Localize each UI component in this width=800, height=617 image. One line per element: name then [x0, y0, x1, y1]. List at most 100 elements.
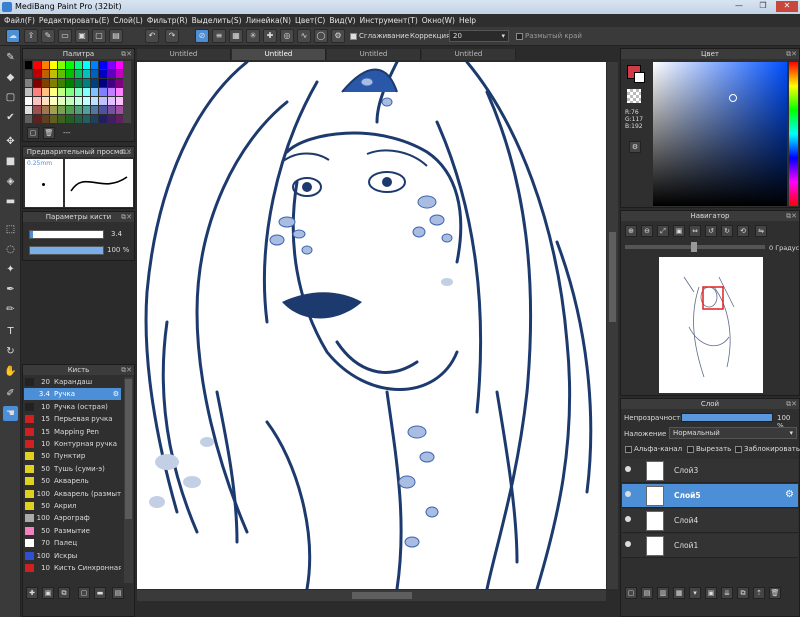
brush-item[interactable]: 15 Mapping Pen [24, 426, 121, 438]
add-8bit-layer-icon[interactable]: ▥ [657, 587, 669, 599]
folder-icon[interactable]: ▣ [705, 587, 717, 599]
palette-swatch[interactable] [74, 97, 82, 105]
hue-bar[interactable] [789, 62, 798, 206]
palette-swatch[interactable] [91, 79, 99, 87]
brush-item[interactable]: 15 Перьевая ручка [24, 413, 121, 425]
palette-swatch[interactable] [33, 97, 41, 105]
palette-swatch[interactable] [115, 88, 123, 96]
palette-swatch[interactable] [49, 61, 57, 69]
palette-swatch[interactable] [107, 115, 115, 123]
snap-radial-icon[interactable]: ✳ [246, 29, 260, 43]
redo-icon[interactable]: ↷ [165, 29, 179, 43]
palette-swatch[interactable] [33, 79, 41, 87]
brush-folder-icon[interactable]: ▤ [112, 587, 124, 599]
cloud-icon[interactable]: ☁ [6, 29, 20, 43]
palette-swatch[interactable] [66, 88, 74, 96]
palette-swatch[interactable] [91, 70, 99, 78]
palette-swatch[interactable] [25, 88, 33, 96]
panel-menu-icon[interactable]: ⧉✕ [121, 365, 132, 375]
lock-checkbox[interactable]: Заблокировать [735, 445, 800, 453]
color-settings-icon[interactable]: ⚙ [629, 141, 641, 153]
palette-swatch[interactable] [25, 106, 33, 114]
canvas-hscrollbar[interactable] [137, 590, 606, 601]
palette-swatch[interactable] [66, 97, 74, 105]
palette-swatch[interactable] [115, 115, 123, 123]
menu-layer[interactable]: Слой(L) [113, 14, 147, 27]
layers-icon[interactable]: ▤ [109, 29, 123, 43]
menu-file[interactable]: Файл(F) [4, 14, 39, 27]
palette-swatch[interactable] [115, 79, 123, 87]
brush-item[interactable]: 50 Акрил [24, 500, 121, 512]
palette-swatch[interactable] [82, 97, 90, 105]
palette-swatch[interactable] [49, 106, 57, 114]
panel-menu-icon[interactable]: ⧉✕ [121, 147, 132, 157]
menu-window[interactable]: Окно(W) [422, 14, 459, 27]
color-cursor[interactable] [729, 94, 737, 102]
palette-swatch[interactable] [58, 61, 66, 69]
palette-swatch[interactable] [25, 70, 33, 78]
merge-icon[interactable]: ⇊ [721, 587, 733, 599]
palette-swatch[interactable] [82, 115, 90, 123]
layer-up-icon[interactable]: ⇡ [753, 587, 765, 599]
brush-item[interactable]: 100 Аэрограф [24, 512, 121, 524]
zoom-out-icon[interactable]: ⊖ [641, 225, 653, 237]
reset-rotation-icon[interactable]: ⟲ [737, 225, 749, 237]
palette-swatch[interactable] [58, 97, 66, 105]
palette-swatch[interactable] [41, 61, 49, 69]
eraser-tool-icon[interactable]: ◆ [3, 70, 18, 85]
text-tool-icon[interactable]: T [3, 324, 18, 339]
brush-delete-icon[interactable]: ▬ [94, 587, 106, 599]
menu-view[interactable]: Вид(V) [329, 14, 359, 27]
tab-untitled-3[interactable]: Untitled [327, 49, 421, 60]
palette-swatch[interactable] [41, 79, 49, 87]
palette-swatch[interactable] [74, 88, 82, 96]
brush-item[interactable]: 70 Палец [24, 537, 121, 549]
menu-ruler[interactable]: Линейка(N) [246, 14, 296, 27]
palette-swatch[interactable] [33, 88, 41, 96]
undo-icon[interactable]: ↶ [145, 29, 159, 43]
palette-swatch[interactable] [33, 106, 41, 114]
layer-row-selected[interactable]: Слой5 ⚙ [622, 484, 798, 508]
drawing-canvas[interactable] [137, 62, 606, 589]
color-field[interactable] [653, 62, 787, 206]
snap-grid-icon[interactable]: ▦ [229, 29, 243, 43]
brush-item[interactable]: 50 Размытие [24, 525, 121, 537]
close-button[interactable]: ✕ [776, 1, 798, 12]
palette-swatch[interactable] [25, 97, 33, 105]
palette-swatch[interactable] [25, 61, 33, 69]
dot-tool-icon[interactable]: ▢ [3, 90, 18, 105]
snap-cross-icon[interactable]: ✚ [263, 29, 277, 43]
palette-swatch[interactable] [66, 61, 74, 69]
gradient-tool-icon[interactable]: ▬ [3, 194, 18, 209]
palette-swatch[interactable] [66, 115, 74, 123]
eyedropper-icon[interactable]: ✒ [3, 282, 18, 297]
add-brush-icon[interactable]: ✚ [26, 587, 38, 599]
palette-swatch[interactable] [99, 106, 107, 114]
palette-swatch[interactable] [91, 61, 99, 69]
palette-swatch[interactable] [41, 88, 49, 96]
sub-color-swatch[interactable] [634, 72, 645, 83]
palette-swatch[interactable] [33, 70, 41, 78]
palette-swatch[interactable] [41, 106, 49, 114]
delete-layer-icon[interactable]: 🗑 [769, 587, 781, 599]
gear-icon[interactable]: ⚙ [785, 489, 794, 500]
palette-swatch[interactable] [91, 115, 99, 123]
tab-untitled-2[interactable]: Untitled [232, 49, 326, 60]
brush-item[interactable]: 10 Кисть Синхронная [24, 562, 121, 574]
palette-swatch[interactable] [58, 88, 66, 96]
hscroll-thumb[interactable] [352, 592, 412, 599]
menu-filter[interactable]: Фильтр(R) [147, 14, 192, 27]
palette-swatch[interactable] [58, 70, 66, 78]
brush-item[interactable]: 50 Пунктир [24, 450, 121, 462]
snap-ellipse-icon[interactable]: ◯ [314, 29, 328, 43]
palette-swatch[interactable] [99, 70, 107, 78]
brush-copy-icon[interactable]: ⧉ [58, 587, 70, 599]
snap-circle-icon[interactable]: ◎ [280, 29, 294, 43]
select-pen-icon[interactable]: ✔ [3, 110, 18, 125]
menu-edit[interactable]: Редактировать(E) [39, 14, 113, 27]
palette-swatch[interactable] [91, 88, 99, 96]
rotation-slider[interactable] [625, 242, 765, 252]
palette-swatch[interactable] [82, 70, 90, 78]
palette-swatch[interactable] [41, 97, 49, 105]
brush-scrollbar[interactable] [124, 377, 133, 583]
